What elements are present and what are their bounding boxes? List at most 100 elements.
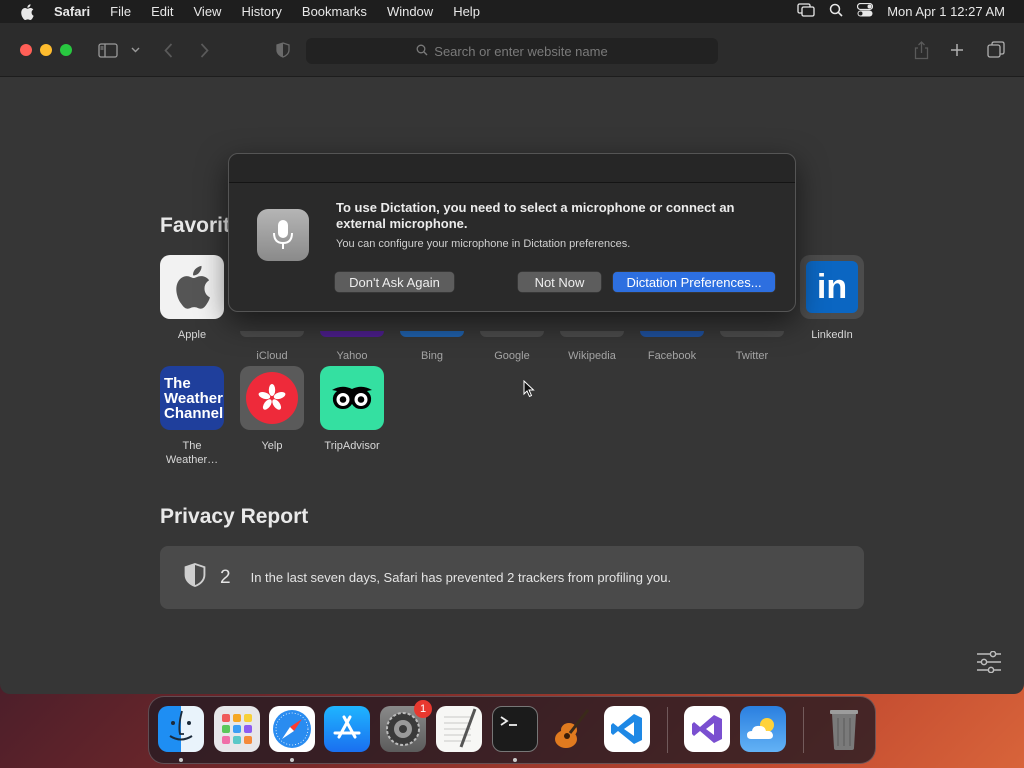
forward-arrow-icon[interactable] — [196, 39, 212, 61]
favorite-label-twitter[interactable]: Twitter — [712, 350, 792, 362]
twitter-tile-edge — [720, 331, 784, 337]
share-icon[interactable] — [912, 39, 930, 61]
mouse-pointer-icon — [523, 379, 535, 403]
wikipedia-tile-edge — [560, 331, 624, 337]
favorite-label-icloud[interactable]: iCloud — [232, 350, 312, 362]
control-center-icon[interactable] — [857, 2, 874, 20]
favorite-label-wikipedia[interactable]: Wikipedia — [552, 350, 632, 362]
favorite-label-facebook[interactable]: Facebook — [632, 350, 712, 362]
dictation-alert-dialog: To use Dictation, you need to select a m… — [228, 153, 796, 312]
weather-channel-logo-icon: The Weather Channel — [160, 366, 224, 430]
safari-toolbar: Search or enter website name — [0, 23, 1024, 77]
favorite-linkedin[interactable]: in LinkedIn — [792, 255, 872, 342]
dock-garageband-icon[interactable] — [548, 706, 594, 752]
menu-app-name[interactable]: Safari — [54, 4, 100, 19]
weather-logo-line3: Channel — [164, 404, 224, 422]
tab-overview-icon[interactable] — [986, 39, 1006, 61]
menu-clock[interactable]: Mon Apr 1 12:27 AM — [887, 4, 1005, 19]
menu-bar: Safari File Edit View History Bookmarks … — [0, 0, 1024, 23]
linkedin-tile: in — [800, 255, 864, 319]
favorite-label-line2: Weather… — [165, 454, 219, 466]
start-page-settings-icon[interactable] — [976, 650, 1002, 678]
dock-app-store-icon[interactable] — [324, 706, 370, 752]
tripadvisor-logo-icon — [320, 366, 384, 430]
favorite-label: LinkedIn — [811, 329, 853, 341]
not-now-button[interactable]: Not Now — [518, 272, 601, 292]
shield-icon — [184, 562, 206, 593]
favorite-label: Apple — [177, 329, 207, 341]
menu-window[interactable]: Window — [377, 4, 443, 19]
favorite-yelp[interactable]: Yelp — [232, 366, 312, 453]
address-bar[interactable]: Search or enter website name — [306, 38, 718, 64]
screen-mirroring-icon[interactable] — [797, 3, 815, 20]
privacy-shield-icon[interactable] — [274, 39, 292, 61]
bing-tile-edge — [400, 331, 464, 337]
favorite-label-line1: The — [182, 440, 202, 452]
dock-safari-icon[interactable] — [269, 706, 315, 752]
facebook-tile-edge — [640, 331, 704, 337]
dock-separator — [803, 707, 804, 753]
favorite-apple[interactable]: Apple — [152, 255, 232, 342]
dialog-message: You can configure your microphone in Dic… — [336, 238, 631, 250]
dock-vscode-icon[interactable] — [604, 706, 650, 752]
address-placeholder: Search or enter website name — [434, 43, 608, 59]
google-tile-edge — [480, 331, 544, 337]
apple-menu-icon[interactable] — [0, 3, 54, 20]
microphone-icon — [257, 209, 309, 261]
notification-badge: 1 — [414, 700, 432, 718]
menu-help[interactable]: Help — [443, 4, 490, 19]
privacy-report-text: In the last seven days, Safari has preve… — [250, 570, 672, 585]
dock-finder-icon[interactable] — [158, 706, 204, 752]
dock: 1 — [148, 696, 876, 764]
new-tab-plus-icon[interactable] — [948, 39, 966, 61]
favorite-label-bing[interactable]: Bing — [392, 350, 472, 362]
weather-logo-line2: Weather — [164, 389, 223, 407]
dock-weather-icon[interactable] — [740, 706, 786, 752]
favorite-label: TripAdvisor — [324, 440, 380, 452]
privacy-report-title: Privacy Report — [160, 505, 309, 528]
dock-launchpad-icon[interactable] — [214, 706, 260, 752]
menu-bookmarks[interactable]: Bookmarks — [292, 4, 377, 19]
dock-terminal-icon[interactable] — [492, 706, 538, 752]
yelp-logo-icon — [246, 372, 298, 424]
dock-system-preferences-icon[interactable]: 1 — [380, 700, 432, 752]
window-minimize-button[interactable] — [40, 44, 52, 56]
sidebar-chevron-down-icon[interactable] — [129, 39, 141, 61]
menu-file[interactable]: File — [100, 4, 141, 19]
window-close-button[interactable] — [20, 44, 32, 56]
privacy-report-card[interactable]: 2 In the last seven days, Safari has pre… — [160, 546, 864, 609]
favorite-weather-channel[interactable]: The Weather Channel The Weather… — [152, 366, 232, 467]
dock-trash-icon[interactable] — [821, 706, 867, 752]
sidebar-toggle-icon[interactable] — [97, 39, 119, 61]
tracker-count: 2 — [220, 566, 231, 588]
dont-ask-again-button[interactable]: Don't Ask Again — [335, 272, 454, 292]
address-search-icon — [416, 44, 428, 59]
dialog-title: To use Dictation, you need to select a m… — [336, 200, 735, 231]
yelp-tile — [240, 366, 304, 430]
dock-textedit-icon[interactable] — [436, 706, 482, 752]
icloud-tile-edge — [240, 331, 304, 337]
favorite-label: Yelp — [261, 440, 283, 452]
spotlight-search-icon[interactable] — [829, 3, 843, 20]
finder-running-indicator — [179, 758, 183, 762]
favorite-label-google[interactable]: Google — [472, 350, 552, 362]
favorite-tripadvisor[interactable]: TripAdvisor — [312, 366, 392, 453]
menu-history[interactable]: History — [231, 4, 291, 19]
menu-view[interactable]: View — [184, 4, 232, 19]
linkedin-logo-icon: in — [806, 261, 858, 313]
apple-logo-icon — [160, 255, 224, 319]
back-arrow-icon[interactable] — [160, 39, 176, 61]
dialog-titlebar — [229, 154, 795, 183]
weather-logo-line1: The — [164, 374, 191, 392]
dock-visual-studio-icon[interactable] — [684, 706, 730, 752]
dock-separator — [667, 707, 668, 753]
window-zoom-button[interactable] — [60, 44, 72, 56]
safari-window: Search or enter website name Favorites A… — [0, 23, 1024, 694]
favorite-label: The Weather… — [152, 439, 232, 467]
safari-running-indicator — [290, 758, 294, 762]
yahoo-tile-edge — [320, 331, 384, 337]
favorite-label-yahoo[interactable]: Yahoo — [312, 350, 392, 362]
menu-edit[interactable]: Edit — [141, 4, 183, 19]
dictation-preferences-button[interactable]: Dictation Preferences... — [613, 272, 775, 292]
terminal-running-indicator — [513, 758, 517, 762]
